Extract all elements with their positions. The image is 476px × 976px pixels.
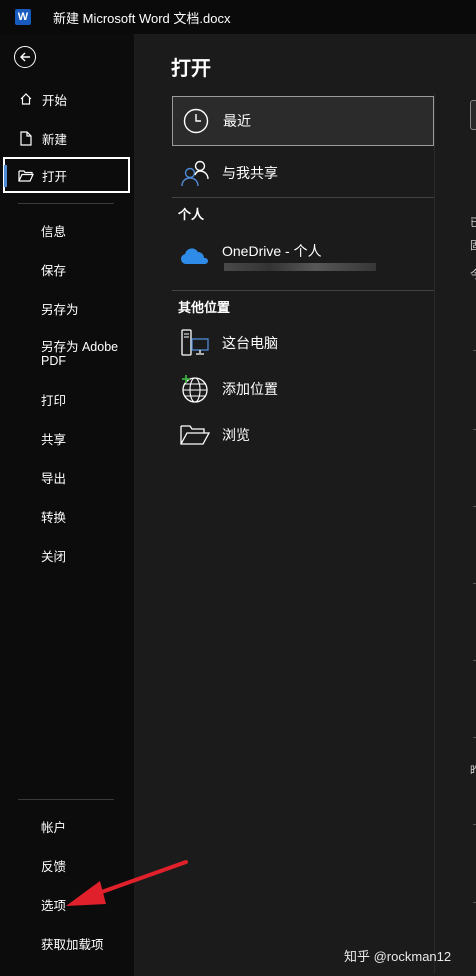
location-shared-with-me[interactable]: 与我共享 — [172, 148, 434, 198]
nav-home[interactable]: 开始 — [0, 82, 134, 116]
onedrive-cloud-icon — [178, 241, 212, 271]
nav-open-label: 打开 — [42, 169, 68, 184]
section-divider — [172, 197, 434, 198]
location-label: 与我共享 — [222, 165, 278, 181]
today-header-fragment: 今 — [470, 269, 476, 281]
location-label: 最近 — [223, 113, 251, 129]
nav-export[interactable]: 导出 — [0, 460, 134, 494]
onedrive-account-redacted — [224, 263, 376, 271]
nav-account[interactable]: 帐户 — [0, 809, 134, 843]
nav-label: 帐户 — [41, 820, 67, 835]
pinned-header-fragment: 固 — [470, 240, 476, 252]
location-recent[interactable]: 最近 — [172, 96, 434, 146]
nav-label: 打印 — [41, 393, 67, 408]
location-browse[interactable]: 浏览 — [172, 410, 434, 460]
nav-open[interactable]: 打开 — [3, 157, 130, 193]
search-box-edge[interactable] — [470, 100, 476, 130]
sidebar-separator — [18, 203, 114, 204]
window-title: 新建 Microsoft Word 文档.docx — [53, 10, 231, 26]
nav-home-label: 开始 — [42, 93, 68, 108]
location-this-pc[interactable]: 这台电脑 — [172, 318, 434, 368]
location-label: 浏览 — [222, 427, 250, 443]
nav-label: 反馈 — [41, 859, 67, 874]
open-folder-icon — [18, 169, 34, 182]
pane-divider — [434, 94, 435, 974]
back-button[interactable] — [14, 46, 36, 68]
location-onedrive[interactable]: OneDrive - 个人 — [172, 232, 434, 282]
open-pane: 打开 最近 与我共享 个人 OneDrive - 个人 其他位置 这台电脑 添加… — [134, 34, 476, 976]
nav-label: 选项 — [41, 898, 67, 913]
computer-icon — [178, 326, 212, 360]
clock-icon — [179, 104, 213, 138]
new-document-icon — [18, 130, 34, 146]
home-icon — [18, 92, 34, 106]
recent-header-fragment: 已 — [470, 217, 476, 229]
nav-save-as[interactable]: 另存为 — [0, 291, 134, 325]
nav-save-as-pdf[interactable]: 另存为 Adobe PDF — [0, 340, 120, 380]
back-arrow-icon — [20, 52, 30, 62]
nav-new-label: 新建 — [42, 132, 68, 147]
nav-info[interactable]: 信息 — [0, 213, 134, 247]
section-other-locations: 其他位置 — [178, 300, 231, 315]
shared-people-icon — [178, 156, 212, 190]
section-personal: 个人 — [178, 207, 205, 222]
word-logo-icon: W — [15, 9, 31, 25]
location-label: OneDrive - 个人 — [222, 243, 322, 259]
location-label: 这台电脑 — [222, 335, 278, 351]
yesterday-header-fragment: 昨 — [470, 765, 476, 777]
nav-label: 导出 — [41, 471, 67, 486]
nav-share[interactable]: 共享 — [0, 421, 134, 455]
page-title: 打开 — [171, 58, 211, 80]
nav-print[interactable]: 打印 — [0, 382, 134, 416]
nav-new[interactable]: 新建 — [0, 121, 134, 155]
nav-label: 转换 — [41, 510, 67, 525]
nav-options[interactable]: 选项 — [0, 887, 134, 921]
nav-label: 获取加载项 — [41, 937, 104, 952]
browse-folder-icon — [178, 418, 212, 452]
backstage-sidebar: 开始 新建 打开 信息 保存 另存为 另存为 Adobe PDF 打印 共享 导… — [0, 34, 134, 976]
nav-feedback[interactable]: 反馈 — [0, 848, 134, 882]
nav-label: 另存为 Adobe PDF — [41, 340, 119, 368]
nav-label: 信息 — [41, 224, 67, 239]
nav-transform[interactable]: 转换 — [0, 499, 134, 533]
nav-label: 关闭 — [41, 549, 67, 564]
nav-save[interactable]: 保存 — [0, 252, 134, 286]
location-label: 添加位置 — [222, 381, 278, 397]
section-divider — [172, 290, 434, 291]
nav-label: 另存为 — [41, 302, 79, 317]
nav-label: 共享 — [41, 432, 67, 447]
add-place-globe-icon — [178, 372, 212, 406]
title-bar: W 新建 Microsoft Word 文档.docx — [0, 0, 476, 34]
nav-get-addins[interactable]: 获取加载项 — [0, 926, 134, 960]
location-add-place[interactable]: 添加位置 — [172, 364, 434, 414]
nav-close[interactable]: 关闭 — [0, 538, 134, 572]
zhihu-watermark: 知乎 @rockman12 — [344, 949, 452, 964]
nav-label: 保存 — [41, 263, 67, 278]
sidebar-separator — [18, 799, 114, 800]
